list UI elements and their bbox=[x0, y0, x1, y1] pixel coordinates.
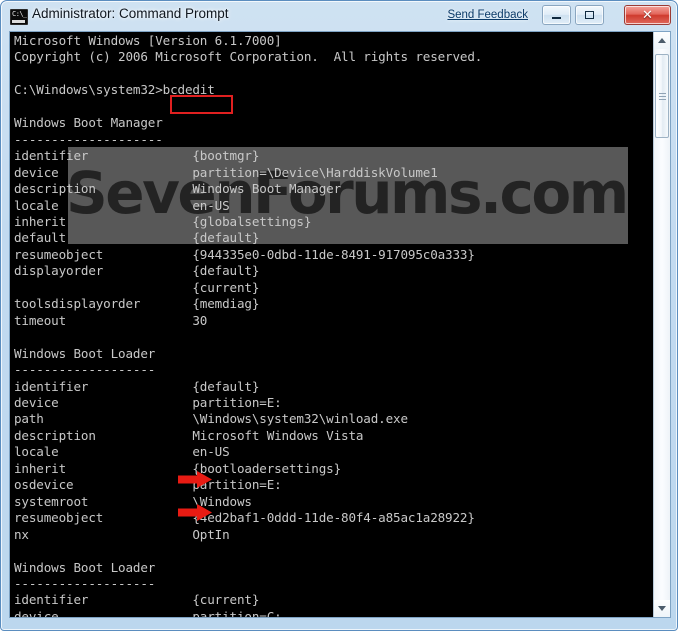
scroll-down-icon[interactable] bbox=[654, 600, 670, 617]
command-prompt-window: C:\_ Administrator: Command Prompt Send … bbox=[0, 0, 678, 631]
scrollbar-thumb[interactable] bbox=[655, 54, 669, 138]
close-button[interactable]: ✕ bbox=[624, 5, 671, 25]
console-scrollbar[interactable] bbox=[653, 32, 670, 617]
console-output-text: Microsoft Windows [Version 6.1.7000] Cop… bbox=[14, 33, 483, 617]
maximize-icon bbox=[576, 6, 603, 24]
send-feedback-link[interactable]: Send Feedback bbox=[447, 9, 528, 21]
console-frame: Microsoft Windows [Version 6.1.7000] Cop… bbox=[9, 31, 671, 618]
title-bar[interactable]: C:\_ Administrator: Command Prompt Send … bbox=[1, 1, 678, 31]
scrollbar-grip-icon bbox=[659, 93, 666, 100]
minimize-button[interactable] bbox=[542, 5, 571, 25]
command-prompt-icon: C:\_ bbox=[10, 9, 28, 25]
chevron-up-icon bbox=[658, 38, 666, 43]
window-title: Administrator: Command Prompt bbox=[32, 6, 229, 21]
chevron-down-icon bbox=[658, 606, 666, 611]
console-output-area[interactable]: Microsoft Windows [Version 6.1.7000] Cop… bbox=[10, 32, 654, 617]
close-icon: ✕ bbox=[642, 7, 653, 23]
scroll-up-icon[interactable] bbox=[654, 32, 670, 49]
maximize-button[interactable] bbox=[575, 5, 604, 25]
minimize-icon bbox=[543, 6, 570, 24]
window-bottom-strip bbox=[1, 617, 678, 630]
